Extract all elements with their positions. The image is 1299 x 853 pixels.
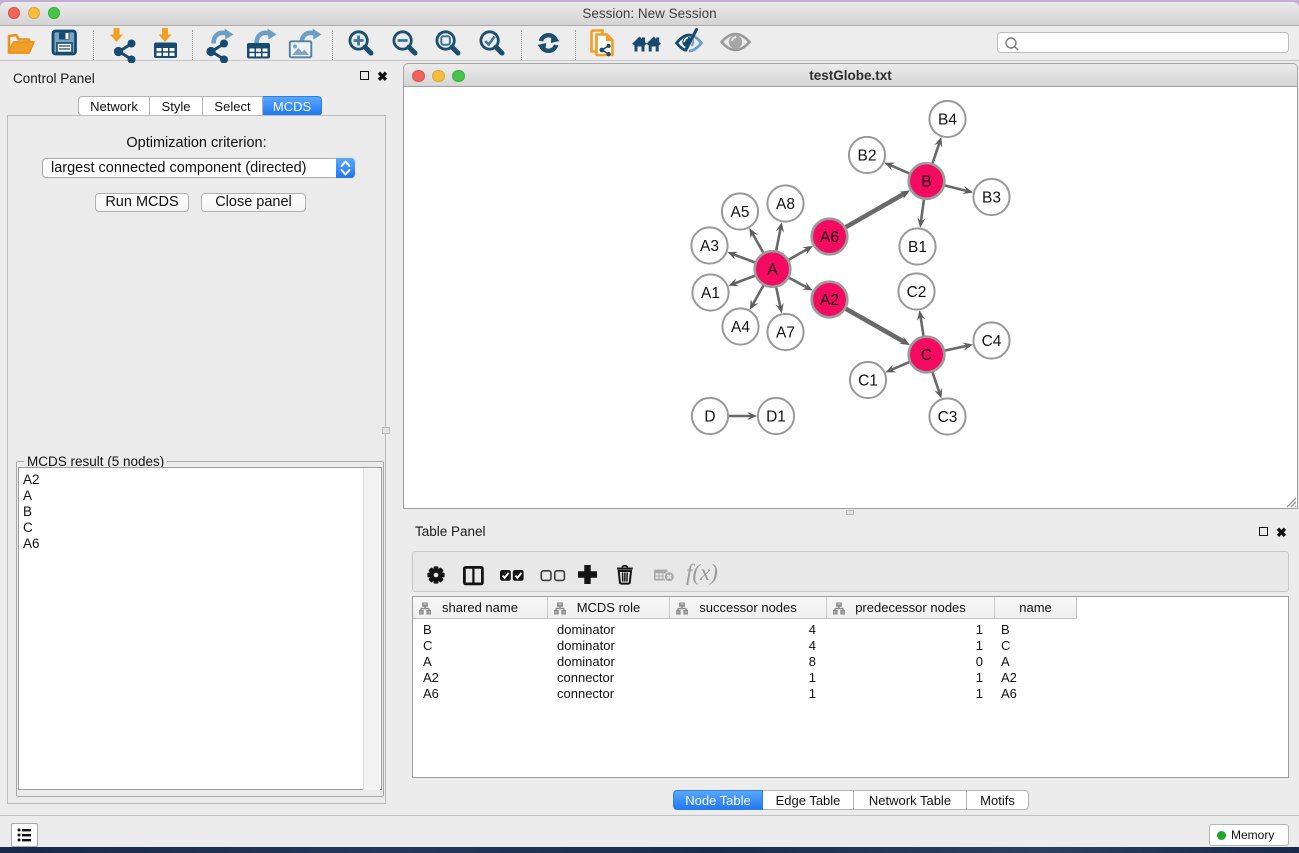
svg-text:A8: A8	[776, 196, 795, 213]
svg-text:A2: A2	[820, 292, 839, 309]
svg-text:C1: C1	[858, 372, 878, 389]
svg-text:D: D	[704, 408, 715, 425]
svg-text:A: A	[767, 261, 778, 278]
svg-text:C3: C3	[938, 409, 958, 426]
svg-text:C4: C4	[982, 333, 1002, 350]
svg-text:A3: A3	[700, 238, 719, 255]
svg-text:C: C	[921, 347, 932, 364]
svg-text:B3: B3	[982, 189, 1001, 206]
svg-text:A5: A5	[731, 204, 750, 221]
svg-text:B1: B1	[908, 239, 927, 256]
svg-text:B2: B2	[858, 147, 877, 164]
svg-text:A6: A6	[820, 229, 839, 246]
svg-text:A1: A1	[701, 285, 720, 302]
svg-text:A4: A4	[731, 319, 750, 336]
svg-text:D1: D1	[766, 408, 786, 425]
svg-text:B: B	[921, 173, 931, 190]
svg-text:C2: C2	[907, 284, 927, 301]
svg-text:A7: A7	[776, 324, 795, 341]
svg-text:B4: B4	[938, 111, 957, 128]
